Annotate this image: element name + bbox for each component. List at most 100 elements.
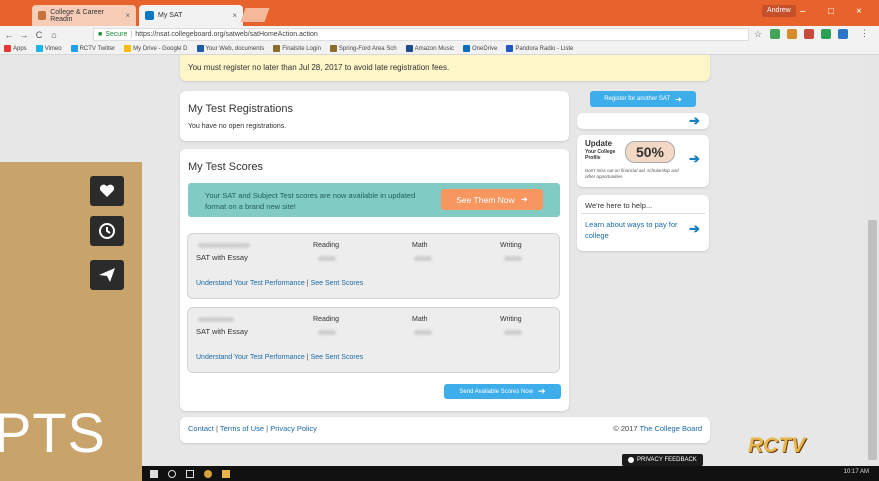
score-redacted xyxy=(414,330,432,335)
help-card: We're here to help... Learn about ways t… xyxy=(577,195,709,251)
bookmark-springford[interactable]: Spring-Ford Area Sch xyxy=(329,45,397,52)
bookmark-finalsite[interactable]: Finalsite Login xyxy=(273,45,321,52)
share-button[interactable] xyxy=(90,260,124,290)
video-overlay-panel: PTS xyxy=(0,162,142,481)
see-them-now-button[interactable]: See Them Now ➔ xyxy=(441,189,543,210)
copyright: © 2017 The College Board xyxy=(613,424,702,433)
college-board-link[interactable]: The College Board xyxy=(639,424,702,433)
bookmark-docs[interactable]: Your Web, documents xyxy=(196,45,264,52)
watch-later-button[interactable] xyxy=(90,216,124,246)
privacy-feedback-button[interactable]: PRIVACY FEEDBACK xyxy=(622,454,703,466)
url-input[interactable]: ■ Secure | https://nsat.collegeboard.org… xyxy=(93,28,749,41)
scores-title: My Test Scores xyxy=(188,161,263,173)
understand-performance-link[interactable]: Understand Your Test Performance xyxy=(196,280,305,287)
col-math: Math xyxy=(412,316,428,323)
bookmarks-bar: Apps Vimeo RCTV Twitter My Drive - Googl… xyxy=(0,43,879,55)
home-button[interactable]: ⌂ xyxy=(48,30,60,40)
scrollbar-track[interactable] xyxy=(866,55,879,466)
windows-start-icon[interactable] xyxy=(150,469,158,478)
score-redacted xyxy=(504,330,522,335)
secure-label: Secure xyxy=(105,31,128,38)
tab-college-career[interactable]: College & Career Readin × xyxy=(32,5,136,26)
col-writing: Writing xyxy=(500,242,522,249)
scores-card: My Test Scores Your SAT and Subject Test… xyxy=(180,149,569,411)
collegeboard-icon xyxy=(145,11,154,20)
see-sent-scores-link[interactable]: See Sent Scores xyxy=(311,354,364,361)
apps-icon xyxy=(4,45,11,52)
amazon-music-icon xyxy=(405,45,413,52)
bookmark-amazon-music[interactable]: Amazon Music xyxy=(405,45,454,52)
test-name: SAT with Essay xyxy=(196,253,248,262)
registrations-title: My Test Registrations xyxy=(188,103,293,115)
registrations-empty: You have no open registrations. xyxy=(188,123,287,130)
bookmark-twitter[interactable]: RCTV Twitter xyxy=(70,45,115,52)
pandora-icon xyxy=(506,45,514,52)
arrow-right-icon: ➔ xyxy=(675,94,682,104)
window-close-button[interactable]: × xyxy=(856,6,862,17)
reload-button[interactable]: C xyxy=(33,30,45,40)
pay-for-college-link[interactable]: Learn about ways to pay for college xyxy=(585,219,685,241)
footer: Contact | Terms of Use | Privacy Policy … xyxy=(180,417,710,443)
see-sent-scores-link[interactable]: See Sent Scores xyxy=(311,280,364,287)
register-another-sat-button[interactable]: Register for another SAT ➔ xyxy=(590,91,696,107)
score-redacted xyxy=(414,256,432,261)
notice-text: You must register no later than Jul 28, … xyxy=(188,63,450,72)
close-icon[interactable]: × xyxy=(232,11,237,20)
task-view-icon[interactable] xyxy=(186,469,194,478)
send-scores-button[interactable]: Send Available Scores Now ➔ xyxy=(444,384,561,399)
bookmark-vimeo[interactable]: Vimeo xyxy=(35,45,62,52)
registrations-card: My Test Registrations You have no open r… xyxy=(180,91,569,141)
windows-taskbar: 10:17 AM xyxy=(142,466,879,481)
globe-icon xyxy=(38,11,47,20)
vimeo-icon xyxy=(35,45,43,52)
score-links: Understand Your Test Performance | See S… xyxy=(196,280,364,287)
file-explorer-icon[interactable] xyxy=(222,469,230,478)
bookmark-onedrive[interactable]: OneDrive xyxy=(462,45,497,52)
arrow-right-icon: ➔ xyxy=(689,221,700,236)
privacy-link[interactable]: Privacy Policy xyxy=(270,424,317,433)
new-tab-button[interactable] xyxy=(240,8,270,22)
drive-icon xyxy=(124,45,132,52)
extension-icon[interactable] xyxy=(804,29,814,39)
understand-performance-link[interactable]: Understand Your Test Performance xyxy=(196,354,305,361)
bookmark-pandora[interactable]: Pandora Radio - Liste xyxy=(506,45,573,52)
bookmark-apps[interactable]: Apps xyxy=(4,45,27,52)
cloud-icon xyxy=(462,45,470,52)
update-note: Don't miss out on financial aid, scholar… xyxy=(585,168,679,179)
bookmark-drive[interactable]: My Drive - Google D xyxy=(124,45,188,52)
search-icon[interactable] xyxy=(168,469,176,478)
back-button[interactable]: ← xyxy=(3,30,15,40)
terms-link[interactable]: Terms of Use xyxy=(220,424,264,433)
chrome-icon[interactable] xyxy=(204,469,212,478)
arrow-right-icon: ➔ xyxy=(520,194,528,204)
tab-my-sat[interactable]: My SAT × xyxy=(139,5,243,26)
sidebar-link-card[interactable]: ➔ xyxy=(577,113,709,129)
menu-icon[interactable]: ⋮ xyxy=(860,28,869,39)
new-site-banner: Your SAT and Subject Test scores are now… xyxy=(188,183,560,217)
score-entry: Reading Math Writing SAT with Essay Unde… xyxy=(187,233,560,299)
scrollbar-thumb[interactable] xyxy=(868,220,877,460)
separator: | xyxy=(130,31,133,38)
maximize-button[interactable]: □ xyxy=(828,6,834,17)
like-button[interactable] xyxy=(90,176,124,206)
score-entry: Reading Math Writing SAT with Essay Unde… xyxy=(187,307,560,373)
extension-icon[interactable] xyxy=(770,29,780,39)
col-math: Math xyxy=(412,242,428,249)
twitter-icon xyxy=(70,45,78,52)
forward-button[interactable]: → xyxy=(18,30,30,40)
close-icon[interactable]: × xyxy=(125,11,130,20)
arrow-right-icon: ➔ xyxy=(689,113,700,128)
extension-icon[interactable] xyxy=(821,29,831,39)
extension-icon[interactable] xyxy=(787,29,797,39)
test-name: SAT with Essay xyxy=(196,327,248,336)
update-profile-card[interactable]: Update Your College Profile 50% Don't mi… xyxy=(577,135,709,187)
tab-title: My SAT xyxy=(158,12,183,19)
finalsite-icon xyxy=(273,45,281,52)
extension-icon[interactable] xyxy=(838,29,848,39)
contact-link[interactable]: Contact xyxy=(188,424,214,433)
profile-button[interactable]: Andrew xyxy=(762,5,796,17)
bookmark-star-icon[interactable]: ☆ xyxy=(754,29,762,40)
school-icon xyxy=(329,45,337,52)
address-toolbar: ← → C ⌂ ■ Secure | https://nsat.collegeb… xyxy=(0,26,879,43)
minimize-button[interactable]: – xyxy=(800,6,806,17)
